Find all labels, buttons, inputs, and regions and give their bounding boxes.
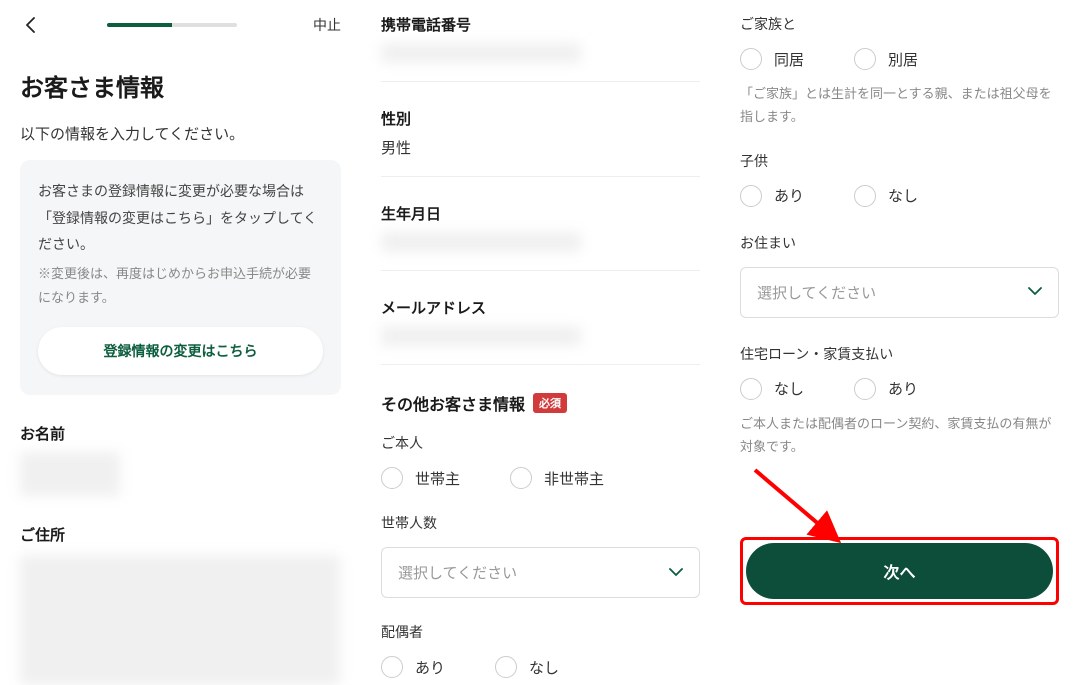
- radio-label: 世帯主: [415, 468, 460, 489]
- radio-loan-yes[interactable]: あり: [854, 378, 918, 400]
- birthdate-label: 生年月日: [381, 203, 700, 224]
- loan-help-text: ご本人または配偶者のローン契約、家賃支払の有無が対象です。: [740, 412, 1059, 459]
- radio-non-householder[interactable]: 非世帯主: [510, 467, 604, 489]
- radio-icon: [854, 48, 876, 70]
- radio-icon: [854, 185, 876, 207]
- radio-icon: [740, 48, 762, 70]
- radio-label: あり: [774, 185, 804, 206]
- radio-loan-no[interactable]: なし: [740, 378, 804, 400]
- children-label: 子供: [740, 151, 1059, 171]
- next-button-highlight: 次へ: [740, 537, 1059, 605]
- family-help-text: 「ご家族」とは生計を同一とする親、または祖父母を指します。: [740, 82, 1059, 129]
- address-value-redacted: [20, 555, 340, 685]
- radio-icon: [740, 378, 762, 400]
- select-placeholder: 選択してください: [757, 282, 876, 303]
- radio-label: あり: [415, 657, 445, 678]
- gender-value: 男性: [381, 137, 700, 158]
- divider: [381, 81, 700, 82]
- next-button[interactable]: 次へ: [746, 543, 1053, 599]
- change-registration-button[interactable]: 登録情報の変更はこちら: [38, 327, 323, 375]
- page-title: お客さま情報: [20, 68, 341, 103]
- residence-select[interactable]: 選択してください: [740, 267, 1059, 318]
- loan-label: 住宅ローン・家賃支払い: [740, 344, 1059, 364]
- info-text: お客さまの登録情報に変更が必要な場合は「登録情報の変更はこちら」をタップしてくだ…: [38, 178, 323, 258]
- phone-value-redacted: [381, 43, 581, 63]
- household-count-label: 世帯人数: [381, 513, 700, 533]
- radio-icon: [381, 467, 403, 489]
- radio-children-no[interactable]: なし: [854, 185, 918, 207]
- radio-icon: [495, 656, 517, 678]
- name-label: お名前: [20, 423, 341, 444]
- radio-label: 非世帯主: [544, 468, 604, 489]
- divider: [381, 270, 700, 271]
- address-label: ご住所: [20, 524, 341, 545]
- radio-icon: [854, 378, 876, 400]
- residence-label: お住まい: [740, 233, 1059, 253]
- divider: [381, 176, 700, 177]
- name-value-redacted: [20, 452, 120, 496]
- other-info-heading: その他お客さま情報: [381, 391, 525, 415]
- radio-icon: [381, 656, 403, 678]
- family-label: ご家族と: [740, 14, 1059, 34]
- household-count-select[interactable]: 選択してください: [381, 547, 700, 598]
- email-value-redacted: [381, 326, 581, 346]
- chevron-down-icon: [669, 564, 683, 582]
- cancel-link[interactable]: 中止: [313, 15, 341, 35]
- email-label: メールアドレス: [381, 297, 700, 318]
- select-placeholder: 選択してください: [398, 562, 517, 583]
- page-subtitle: 以下の情報を入力してください。: [20, 123, 341, 144]
- self-label: ご本人: [381, 433, 700, 453]
- radio-separate[interactable]: 別居: [854, 48, 918, 70]
- birthdate-value-redacted: [381, 232, 581, 252]
- divider: [381, 364, 700, 365]
- phone-label: 携帯電話番号: [381, 14, 700, 35]
- back-button[interactable]: [20, 15, 40, 35]
- radio-cohabit[interactable]: 同居: [740, 48, 804, 70]
- radio-children-yes[interactable]: あり: [740, 185, 804, 207]
- info-note: ※変更後は、再度はじめからお申込手続が必要になります。: [38, 262, 323, 311]
- radio-icon: [740, 185, 762, 207]
- radio-label: 同居: [774, 49, 804, 70]
- required-badge: 必須: [533, 393, 567, 413]
- radio-spouse-no[interactable]: なし: [495, 656, 559, 678]
- radio-icon: [510, 467, 532, 489]
- chevron-down-icon: [1028, 283, 1042, 301]
- gender-label: 性別: [381, 108, 700, 129]
- spouse-label: 配偶者: [381, 622, 700, 642]
- radio-spouse-yes[interactable]: あり: [381, 656, 445, 678]
- radio-label: 別居: [888, 49, 918, 70]
- radio-label: なし: [888, 185, 918, 206]
- radio-label: あり: [888, 378, 918, 399]
- info-box: お客さまの登録情報に変更が必要な場合は「登録情報の変更はこちら」をタップしてくだ…: [20, 160, 341, 395]
- radio-label: なし: [529, 657, 559, 678]
- radio-householder[interactable]: 世帯主: [381, 467, 460, 489]
- radio-label: なし: [774, 378, 804, 399]
- progress-bar: [40, 23, 303, 27]
